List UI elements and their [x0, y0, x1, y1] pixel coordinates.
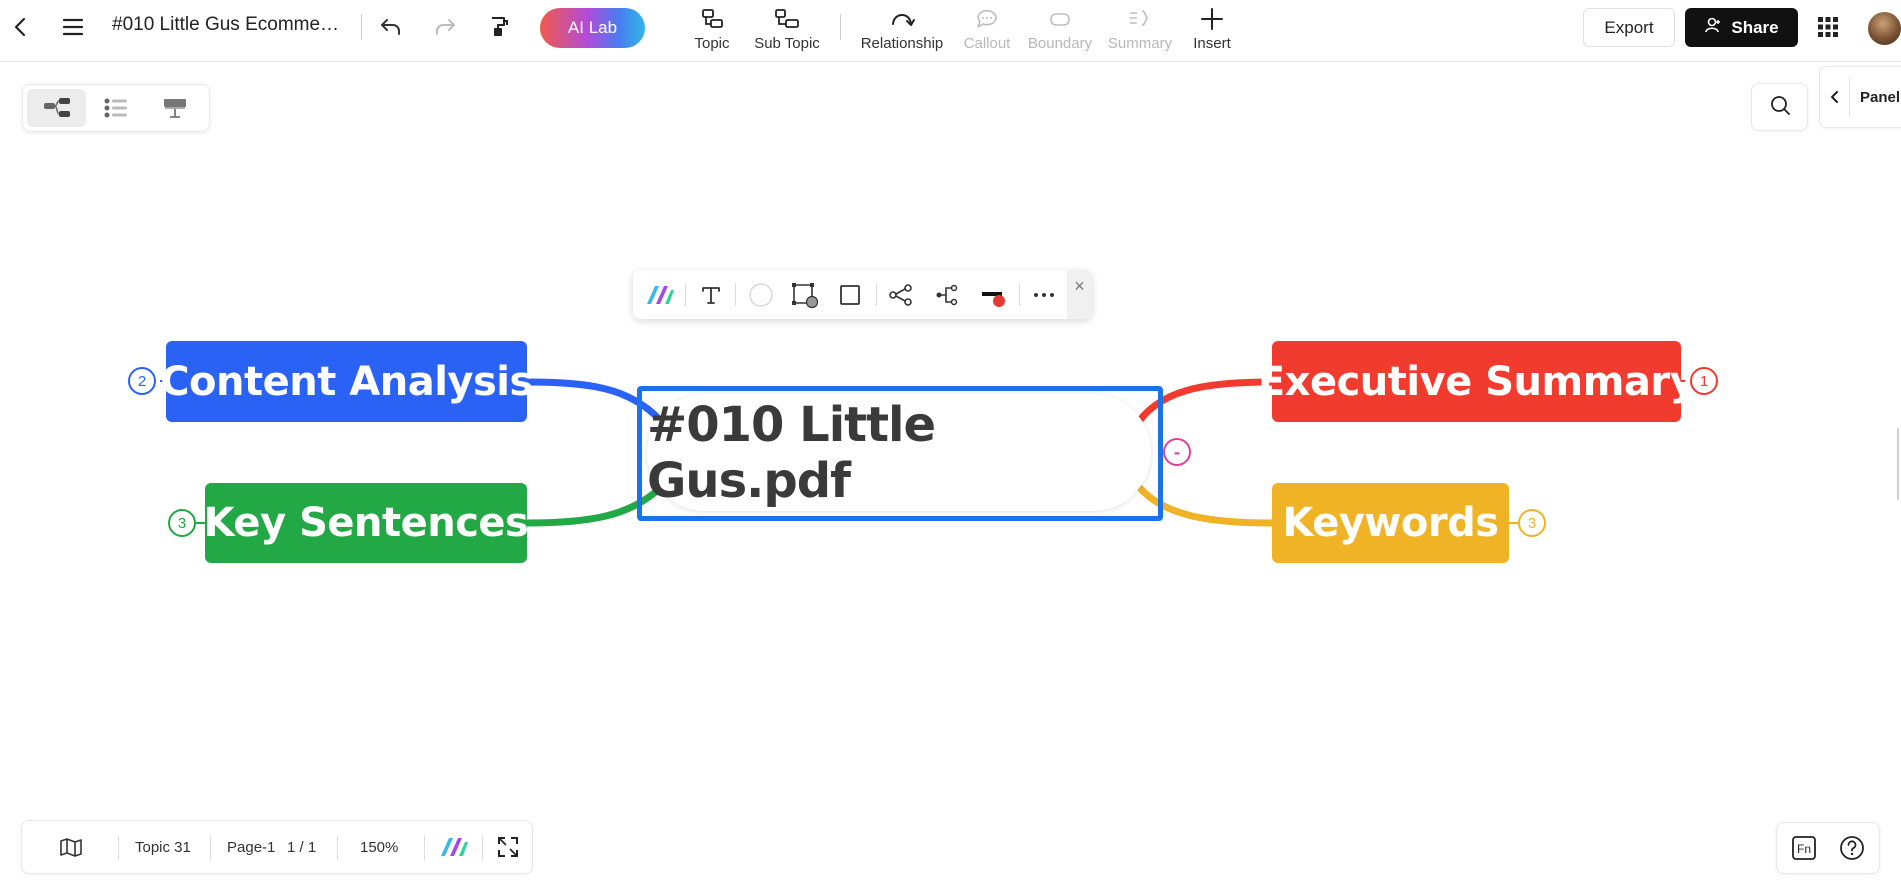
text-style-icon[interactable]	[689, 270, 733, 319]
divider	[118, 835, 119, 861]
fill-color-icon[interactable]	[739, 270, 783, 319]
topic-count: Topic 31	[135, 838, 191, 856]
child-count-badge[interactable]: 1	[1690, 367, 1718, 395]
child-count-badge[interactable]: 2	[128, 367, 156, 395]
page-index: 1 / 1	[287, 838, 317, 856]
divider	[735, 283, 736, 306]
ai-brand-icon[interactable]	[641, 270, 679, 319]
layout-structure-icon[interactable]	[879, 270, 923, 319]
close-icon[interactable]: ×	[1067, 270, 1092, 319]
topic-executive-summary[interactable]: Executive Summary	[1258, 341, 1696, 422]
help-icon[interactable]	[1839, 835, 1865, 866]
status-bar: Topic 31 Page-1 1 / 1 150%	[21, 820, 533, 874]
topic-key-sentences[interactable]: Key Sentences	[204, 483, 529, 563]
collapse-toggle[interactable]: -	[1163, 438, 1191, 466]
line-color-icon[interactable]	[971, 270, 1015, 319]
page-name[interactable]: Page-1	[227, 821, 275, 873]
divider	[337, 835, 338, 861]
bottom-right-tools: Fn	[1776, 822, 1880, 874]
topic-content-analysis[interactable]: Content Analysis	[160, 341, 533, 422]
divider	[876, 283, 877, 306]
fullscreen-icon[interactable]	[490, 821, 526, 873]
divider	[424, 835, 425, 861]
more-options-icon[interactable]	[1023, 270, 1065, 319]
divider	[482, 835, 483, 861]
vertical-scrollbar[interactable]	[1897, 428, 1899, 500]
zoom-level[interactable]: 150%	[360, 821, 398, 873]
divider	[210, 835, 211, 861]
divider	[1019, 283, 1020, 306]
svg-text:Fn: Fn	[1797, 842, 1811, 856]
divider	[685, 283, 686, 306]
border-style-icon[interactable]	[828, 270, 872, 319]
branch-line-icon[interactable]	[925, 270, 969, 319]
central-topic[interactable]: #010 Little Gus.pdf	[647, 394, 1151, 511]
child-count-badge[interactable]: 3	[168, 509, 196, 537]
shape-style-icon[interactable]	[783, 270, 827, 319]
ai-brand-icon[interactable]	[434, 821, 474, 873]
map-icon[interactable]	[56, 821, 86, 873]
function-key-icon[interactable]: Fn	[1791, 835, 1817, 866]
topic-keywords[interactable]: Keywords	[1272, 483, 1509, 563]
topic-format-toolbar: ×	[633, 270, 1092, 319]
child-count-badge[interactable]: 3	[1518, 509, 1546, 537]
